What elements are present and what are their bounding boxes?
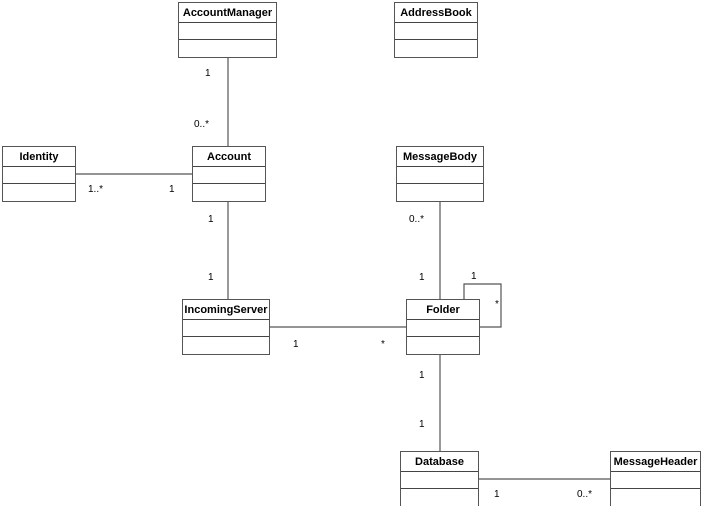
mult-messageheader-0star: 0..*: [577, 489, 593, 500]
mult-messagebody-0star: 0..*: [409, 214, 425, 225]
class-attributes-database: [401, 472, 478, 489]
class-box-identity[interactable]: Identity: [2, 146, 76, 202]
class-name-database: Database: [401, 452, 478, 472]
class-box-incomingserver[interactable]: IncomingServer: [182, 299, 270, 355]
class-operations-messageheader: [611, 489, 700, 506]
mult-folder-top-1: 1: [419, 272, 425, 283]
class-box-messageheader[interactable]: MessageHeader: [610, 451, 701, 506]
class-operations-folder: [407, 337, 479, 354]
class-attributes-messageheader: [611, 472, 700, 489]
class-name-account: Account: [193, 147, 265, 167]
class-attributes-addressbook: [395, 23, 477, 40]
class-box-addressbook[interactable]: AddressBook: [394, 2, 478, 58]
class-operations-account: [193, 184, 265, 201]
mult-account-left-1: 1: [169, 184, 175, 195]
class-attributes-accountmanager: [179, 23, 276, 40]
mult-incomingserver-r-1: 1: [293, 339, 299, 350]
class-attributes-account: [193, 167, 265, 184]
mult-accountmanager-1: 1: [205, 68, 211, 79]
mult-folder-self-1: 1: [471, 271, 477, 282]
class-operations-database: [401, 489, 478, 506]
mult-account-bottom-1: 1: [208, 214, 214, 225]
mult-account-0star: 0..*: [194, 119, 210, 130]
class-box-account[interactable]: Account: [192, 146, 266, 202]
mult-identity-1star: 1..*: [88, 184, 104, 195]
class-box-database[interactable]: Database: [400, 451, 479, 506]
class-name-identity: Identity: [3, 147, 75, 167]
class-operations-messagebody: [397, 184, 483, 201]
mult-folder-bottom-1: 1: [419, 370, 425, 381]
class-name-messageheader: MessageHeader: [611, 452, 700, 472]
class-attributes-folder: [407, 320, 479, 337]
class-operations-incomingserver: [183, 337, 269, 354]
class-name-accountmanager: AccountManager: [179, 3, 276, 23]
class-attributes-incomingserver: [183, 320, 269, 337]
class-box-accountmanager[interactable]: AccountManager: [178, 2, 277, 58]
class-operations-addressbook: [395, 40, 477, 57]
mult-folder-self-star: *: [495, 299, 499, 310]
class-operations-accountmanager: [179, 40, 276, 57]
mult-database-top-1: 1: [419, 419, 425, 430]
class-box-messagebody[interactable]: MessageBody: [396, 146, 484, 202]
class-name-folder: Folder: [407, 300, 479, 320]
class-name-incomingserver: IncomingServer: [183, 300, 269, 320]
class-name-addressbook: AddressBook: [395, 3, 477, 23]
class-box-folder[interactable]: Folder: [406, 299, 480, 355]
class-name-messagebody: MessageBody: [397, 147, 483, 167]
class-attributes-identity: [3, 167, 75, 184]
uml-class-diagram: AccountManager AddressBook Identity Account…: [0, 0, 704, 506]
edges-group: [76, 56, 610, 480]
mult-incomingserver-1: 1: [208, 272, 214, 283]
mult-database-right-1: 1: [494, 489, 500, 500]
class-operations-identity: [3, 184, 75, 201]
class-attributes-messagebody: [397, 167, 483, 184]
mult-folder-left-star: *: [381, 339, 385, 350]
association-lines-layer: [76, 56, 610, 480]
